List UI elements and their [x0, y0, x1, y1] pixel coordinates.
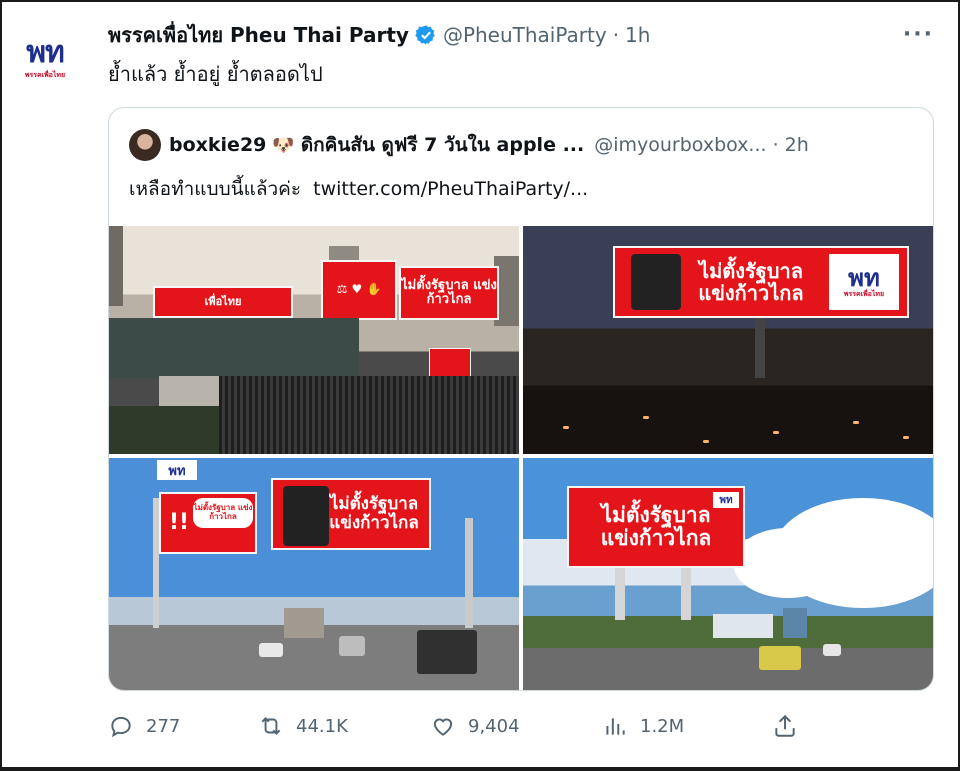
overpass — [109, 318, 359, 378]
verified-badge-icon — [415, 25, 435, 45]
reply-count: 277 — [146, 715, 181, 737]
billboard-night: ไม่ตั้งรัฐบาล แข่งก้าวไกล พท พรรคเพื่อไท… — [613, 246, 909, 318]
car-light — [853, 421, 859, 424]
retweet-action[interactable]: 44.1K — [258, 706, 348, 746]
taxi — [759, 646, 801, 670]
quoted-author-avatar[interactable] — [129, 129, 161, 161]
separator-dot: · — [612, 23, 620, 47]
billboard-candidate: ไม่ตั้งรัฐบาล แข่งก้าวไกล — [271, 478, 431, 550]
sign-pole — [153, 498, 159, 628]
views-action[interactable]: 1.2M — [602, 706, 684, 746]
quoted-author-display-suffix: ดิกคินสัน ดูฟรี 7 วันใน apple ... — [300, 134, 585, 156]
quoted-author-handle: @imyourboxbox... — [594, 134, 767, 156]
building — [783, 608, 807, 638]
billboard-pole — [681, 568, 691, 620]
quoted-author-name: boxkie29 — [169, 134, 267, 156]
dog-emoji-icon: 🐶 — [272, 134, 295, 156]
quoted-tweet-text: เหลือทำแบบนี้แล้วค่ะ twitter.com/PheuTha… — [129, 174, 588, 204]
building — [284, 608, 324, 638]
cloud — [733, 528, 843, 598]
exclamation-icon: !! — [169, 509, 190, 535]
building — [109, 226, 123, 306]
billboard-icons: ⚖ ♥ ✋ — [321, 260, 397, 320]
billboard-roadside-slogan: ไม่ตั้งรัฐบาล แข่งก้าวไกล — [600, 502, 712, 550]
analytics-bars-icon — [606, 718, 625, 735]
view-count: 1.2M — [640, 715, 685, 737]
author-name[interactable]: พรรคเพื่อไทย Pheu Thai Party — [108, 19, 409, 51]
separator-dot: · — [772, 134, 779, 156]
photo-night-billboard[interactable]: ไม่ตั้งรัฐบาล แข่งก้าวไกล พท พรรคเพื่อไท… — [523, 226, 933, 454]
gantry-pole — [465, 518, 473, 628]
car-light — [773, 431, 779, 434]
share-icon — [775, 714, 795, 737]
billboard-alert: !! ไม่ตั้งรัฐบาล แข่งก้าวไกล — [159, 492, 257, 554]
party-logo-subtitle: พรรคเพื่อไทย — [24, 70, 66, 79]
quoted-tweet-time: 2h — [784, 134, 809, 156]
car-light — [643, 416, 649, 419]
billboard-roadside: ไม่ตั้งรัฐบาล แข่งก้าวไกล พท — [567, 486, 745, 568]
photo-grid: เพื่อไทย ⚖ ♥ ✋ ไม่ตั้งรัฐบาล แข่งก้าวไกล… — [109, 226, 933, 690]
like-count: 9,404 — [468, 715, 520, 737]
car-light — [563, 426, 569, 429]
heart-icon — [433, 718, 453, 736]
reply-icon — [111, 716, 131, 738]
billboard-small: เพื่อไทย — [153, 286, 293, 318]
building — [713, 614, 773, 638]
billboard-pole — [615, 568, 625, 620]
car-light — [703, 440, 709, 443]
photo-rally-crowd[interactable]: เพื่อไทย ⚖ ♥ ✋ ไม่ตั้งรัฐบาล แข่งก้าวไกล — [109, 226, 519, 454]
share-action[interactable] — [772, 706, 810, 746]
tweet-text: ย้ำแล้ว ย้ำอยู่ ย้ำตลอดไป — [108, 62, 323, 86]
car-light — [903, 436, 909, 439]
photo-roadside-billboard[interactable]: ไม่ตั้งรัฐบาล แข่งก้าวไกล พท — [523, 458, 933, 690]
more-options-icon[interactable]: ··· — [903, 22, 934, 47]
billboard-pole — [755, 318, 765, 378]
car — [339, 636, 365, 656]
railing — [109, 406, 219, 454]
quoted-tweet-header: boxkie29 🐶 ดิกคินสัน ดูฟรี 7 วันใน apple… — [129, 128, 809, 162]
billboard-slogan: ไม่ตั้งรัฐบาล แข่งก้าวไกล — [399, 266, 499, 320]
quoted-link[interactable]: twitter.com/PheuThaiParty/... — [313, 178, 588, 200]
speech-bubble: ไม่ตั้งรัฐบาล แข่งก้าวไกล — [193, 498, 253, 528]
car — [823, 644, 841, 656]
tweet-actions: 277 44.1K 9,404 1.2M — [108, 706, 808, 746]
pickup-truck — [417, 630, 477, 674]
car — [259, 643, 283, 657]
party-logo-small: พท — [713, 492, 739, 508]
tweet-time[interactable]: 1h — [625, 23, 650, 47]
avatar[interactable]: พท พรรคเพื่อไทย — [14, 28, 76, 90]
retweet-icon — [261, 717, 281, 735]
retweet-count: 44.1K — [296, 715, 348, 737]
billboard-candidate-slogan: ไม่ตั้งรัฐบาล แข่งก้าวไกล — [329, 494, 419, 533]
billboard-night-slogan: ไม่ตั้งรัฐบาล แข่งก้าวไกล — [698, 259, 804, 305]
crowd — [219, 376, 519, 454]
like-action[interactable]: 9,404 — [430, 706, 520, 746]
party-logo-mark: พท — [26, 34, 65, 70]
tweet-header: พรรคเพื่อไทย Pheu Thai Party @PheuThaiPa… — [108, 20, 650, 50]
party-logo-board-sub: พรรคเพื่อไทย — [843, 290, 885, 299]
party-sign: พท — [157, 460, 197, 480]
photo-highway-billboard[interactable]: พท !! ไม่ตั้งรัฐบาล แข่งก้าวไกล ไม่ตั้งร… — [109, 458, 519, 690]
candidate-portrait — [631, 254, 681, 310]
quoted-tweet[interactable]: boxkie29 🐶 ดิกคินสัน ดูฟรี 7 วันใน apple… — [108, 107, 934, 691]
party-logo-board-mark: พท — [848, 262, 880, 292]
quoted-text-body: เหลือทำแบบนี้แล้วค่ะ — [129, 178, 302, 200]
candidate-portrait — [283, 486, 329, 546]
author-handle[interactable]: @PheuThaiParty — [443, 23, 607, 47]
party-logo-board: พท พรรคเพื่อไทย — [829, 254, 899, 310]
reply-action[interactable]: 277 — [108, 706, 180, 746]
